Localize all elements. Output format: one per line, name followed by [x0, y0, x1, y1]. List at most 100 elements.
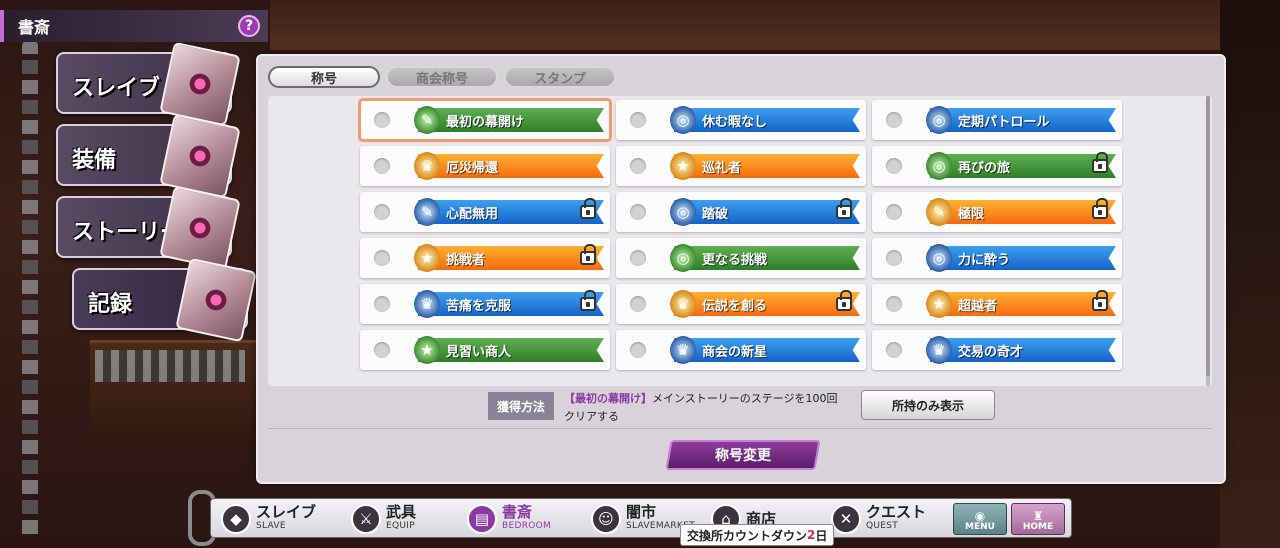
nav-equip[interactable]: ⚔ 武具 EQUIP: [351, 501, 416, 537]
book-icon: [159, 113, 241, 199]
home-label: HOME: [1022, 522, 1054, 532]
title-radio[interactable]: [886, 204, 902, 220]
scrollbar-thumb[interactable]: [1206, 96, 1210, 376]
title-radio[interactable]: [630, 342, 646, 358]
scroll-icon: ✎: [414, 106, 440, 134]
title-radio[interactable]: [630, 204, 646, 220]
title-ribbon: 心配無用: [418, 200, 604, 224]
shield-icon: ◆: [221, 504, 251, 534]
nav-label: スレイブ: [256, 503, 317, 521]
title-radio[interactable]: [374, 204, 390, 220]
title-radio[interactable]: [886, 296, 902, 312]
eye-icon: ◉: [974, 509, 986, 523]
title-radio[interactable]: [374, 250, 390, 266]
title-radio[interactable]: [886, 250, 902, 266]
title-radio[interactable]: [374, 112, 390, 128]
bottom-nav: ◆ スレイブ SLAVE ⚔ 武具 EQUIP ▤ 書斎 BEDROOM ☺ 闇市 SL…: [210, 498, 1072, 538]
title-item[interactable]: ◎ 休む暇なし: [616, 100, 866, 140]
side-menu-label: 記録: [88, 292, 133, 317]
menu-button[interactable]: ◉ MENU: [953, 503, 1007, 535]
side-menu-record[interactable]: 記録: [72, 257, 257, 343]
title-name: 伝説を創る: [702, 298, 768, 314]
title-name: 最初の幕開け: [446, 114, 525, 130]
title-radio[interactable]: [630, 158, 646, 174]
title-item[interactable]: ✎ 極限: [872, 192, 1122, 232]
title-item[interactable]: ◎ 踏破: [616, 192, 866, 232]
tab-titles[interactable]: 称号: [268, 66, 380, 88]
acquisition-condition-line1: メインストーリーのステージを100回: [652, 392, 838, 405]
title-radio[interactable]: [630, 250, 646, 266]
nav-label: 闇市: [626, 503, 657, 521]
book-icon: [159, 185, 241, 271]
lock-icon: [580, 290, 596, 311]
title-name: 商会の新星: [702, 344, 768, 360]
mask-icon: ☺: [591, 504, 621, 534]
title-radio[interactable]: [630, 296, 646, 312]
title-radio[interactable]: [374, 342, 390, 358]
acquisition-info: 獲得方法 【最初の幕開け】メインストーリーのステージを100回 クリアする: [488, 390, 1088, 426]
title-radio[interactable]: [886, 158, 902, 174]
ring-icon: ◎: [926, 244, 952, 272]
title-item[interactable]: ♛ 伝説を創る: [616, 284, 866, 324]
title-item[interactable]: ★ 挑戦者: [360, 238, 610, 278]
home-button[interactable]: ♜ HOME: [1011, 503, 1065, 535]
title-ribbon: 交易の奇才: [930, 338, 1116, 362]
owned-only-button[interactable]: 所持のみ表示: [861, 390, 995, 420]
star-icon: ★: [670, 152, 696, 180]
sword-icon: ⚔: [351, 504, 381, 534]
lock-icon: [1092, 290, 1108, 311]
chessboard-background: [95, 350, 245, 382]
title-name: 超越者: [958, 298, 998, 314]
lock-icon: [580, 244, 596, 265]
lock-icon: [836, 198, 852, 219]
title-item[interactable]: ♛ 苦痛を克服: [360, 284, 610, 324]
nav-sublabel: BEDROOM: [502, 521, 552, 531]
title-radio[interactable]: [374, 296, 390, 312]
change-title-button[interactable]: 称号変更: [665, 440, 821, 470]
side-menu-story[interactable]: ストーリー: [56, 185, 241, 271]
countdown-unit: 日: [815, 528, 828, 543]
scrollbar[interactable]: [1206, 96, 1210, 386]
acquisition-label: 獲得方法: [488, 392, 554, 420]
ring-icon: ◎: [670, 106, 696, 134]
title-ribbon: 更なる挑戦: [674, 246, 860, 270]
tab-stamps[interactable]: スタンプ: [504, 66, 616, 88]
scroll-icon: ✎: [926, 198, 952, 226]
help-icon[interactable]: ?: [238, 15, 260, 37]
side-menu-equip[interactable]: 装備: [56, 113, 241, 199]
nav-bedroom[interactable]: ▤ 書斎 BEDROOM: [467, 501, 551, 537]
title-radio[interactable]: [630, 112, 646, 128]
title-ribbon: 最初の幕開け: [418, 108, 604, 132]
nav-quest[interactable]: ✕ クエスト QUEST: [831, 501, 926, 537]
title-item[interactable]: ★ 巡礼者: [616, 146, 866, 186]
nav-slave[interactable]: ◆ スレイブ SLAVE: [221, 501, 316, 537]
title-radio[interactable]: [374, 158, 390, 174]
title-ribbon: 超越者: [930, 292, 1116, 316]
chain-decoration: [22, 40, 38, 540]
title-ribbon: 力に酔う: [930, 246, 1116, 270]
title-name: 踏破: [702, 206, 729, 222]
change-title-label: 称号変更: [715, 448, 771, 464]
title-ribbon: 伝説を創る: [674, 292, 860, 316]
tab-guild-titles[interactable]: 商会称号: [386, 66, 498, 88]
book-icon: [175, 257, 257, 343]
title-radio[interactable]: [886, 112, 902, 128]
title-item[interactable]: ♛ 交易の奇才: [872, 330, 1122, 370]
wall-background: [1220, 0, 1280, 548]
title-item[interactable]: ✎ 心配無用: [360, 192, 610, 232]
title-item[interactable]: ★ 超越者: [872, 284, 1122, 324]
title-item[interactable]: ★ 見習い商人: [360, 330, 610, 370]
title-item[interactable]: ◎ 再びの旅: [872, 146, 1122, 186]
title-item[interactable]: ◎ 更なる挑戦: [616, 238, 866, 278]
nav-sublabel: QUEST: [866, 521, 899, 531]
trophy-icon: ♛: [670, 290, 696, 318]
title-item[interactable]: ♛ 厄災帰還: [360, 146, 610, 186]
title-item[interactable]: ✎ 最初の幕開け: [358, 98, 612, 142]
title-name: 力に酔う: [958, 252, 1011, 268]
title-radio[interactable]: [886, 342, 902, 358]
title-ribbon: 巡礼者: [674, 154, 860, 178]
title-item[interactable]: ◎ 定期パトロール: [872, 100, 1122, 140]
title-item[interactable]: ♛ 商会の新星: [616, 330, 866, 370]
side-menu-slave[interactable]: スレイブ: [56, 41, 241, 127]
title-item[interactable]: ◎ 力に酔う: [872, 238, 1122, 278]
